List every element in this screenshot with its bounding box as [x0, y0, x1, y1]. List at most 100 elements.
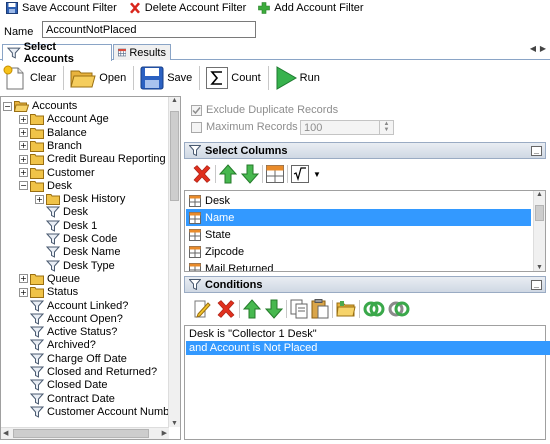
tree-horizontal-scrollbar[interactable]: ◀ ▶: [1, 427, 169, 439]
column-item[interactable]: Zipcode: [186, 243, 531, 260]
tree-vertical-scrollbar[interactable]: ▲ ▼: [168, 97, 180, 427]
tree-field[interactable]: Account Open?: [30, 312, 123, 326]
tree-field[interactable]: Customer Account Number: [30, 405, 179, 419]
delete-filter-button[interactable]: Delete Account Filter: [129, 2, 246, 14]
tree-field[interactable]: Archived?: [30, 338, 96, 352]
formula-icon[interactable]: [291, 165, 309, 183]
tree-folder[interactable]: + Status: [19, 285, 78, 299]
account-field-tree[interactable]: − Accounts + Account Age + Balance + Branch + C…: [0, 96, 181, 440]
tree-field[interactable]: Closed Date: [30, 378, 108, 392]
tab-results[interactable]: Results: [113, 44, 171, 60]
tree-folder[interactable]: + Credit Bureau Reporting: [19, 152, 166, 166]
run-button[interactable]: Run: [275, 66, 324, 90]
floppy-disk-icon: [140, 66, 164, 90]
expand-icon[interactable]: +: [19, 141, 28, 151]
tab-scroll-left-icon[interactable]: ◀: [528, 44, 538, 53]
sigma-icon: [206, 67, 229, 89]
tree-label: Customer: [47, 166, 95, 179]
select-columns-list[interactable]: Desk Name State Zipcode Mail Returned ▲ ▼: [184, 190, 546, 272]
column-item[interactable]: Mail Returned: [186, 260, 531, 271]
tree-vscroll-thumb[interactable]: [170, 111, 179, 201]
count-button[interactable]: Count: [206, 67, 264, 89]
tree-field[interactable]: Desk Code: [46, 232, 117, 246]
expand-icon[interactable]: +: [19, 114, 28, 124]
remove-condition-icon[interactable]: [216, 299, 236, 319]
tree-field[interactable]: Closed and Returned?: [30, 365, 157, 379]
tree-field[interactable]: Desk Name: [46, 245, 120, 259]
minimize-icon[interactable]: _: [531, 280, 542, 290]
expand-icon[interactable]: +: [19, 287, 28, 297]
tree-folder[interactable]: + Balance: [19, 126, 87, 140]
tree-root-accounts[interactable]: − Accounts: [3, 99, 77, 113]
open-button[interactable]: Open: [70, 66, 130, 90]
field-grid-icon: [189, 245, 201, 258]
tree-field[interactable]: Contract Date: [30, 392, 115, 406]
condition-item[interactable]: and Account is Not Placed: [186, 341, 550, 355]
tree-field[interactable]: Active Status?: [30, 325, 117, 339]
columns-vertical-scrollbar[interactable]: ▲ ▼: [533, 191, 545, 271]
and-link-icon[interactable]: [363, 301, 385, 317]
column-layout-icon[interactable]: [266, 165, 284, 183]
tree-folder[interactable]: + Customer: [19, 166, 95, 180]
toolbar-separator: [215, 165, 216, 183]
tree-folder[interactable]: + Branch: [19, 139, 82, 153]
exclude-duplicates-option[interactable]: Exclude Duplicate Records: [191, 104, 338, 116]
column-item[interactable]: Desk: [186, 192, 531, 209]
minimize-icon[interactable]: _: [531, 146, 542, 156]
tab-select-accounts[interactable]: Select Accounts: [2, 41, 112, 65]
tree-folder[interactable]: + Desk History: [35, 192, 125, 206]
max-records-checkbox[interactable]: [191, 121, 202, 133]
scroll-right-icon[interactable]: ▶: [162, 429, 167, 437]
tree-folder[interactable]: + Account Age: [19, 112, 109, 126]
conditions-list[interactable]: Desk is "Collector 1 Desk" and Account is…: [184, 325, 550, 440]
folder-group-icon[interactable]: [336, 300, 356, 318]
tree-hscroll-thumb[interactable]: [13, 429, 149, 438]
tree-field[interactable]: Account Linked?: [30, 299, 128, 313]
edit-condition-icon[interactable]: [192, 299, 212, 319]
or-link-icon[interactable]: [388, 301, 410, 317]
move-up-icon[interactable]: [243, 299, 261, 319]
tree-folder[interactable]: − Desk: [19, 179, 72, 193]
scroll-down-icon[interactable]: ▼: [536, 264, 543, 271]
collapse-icon[interactable]: −: [3, 101, 12, 111]
expand-icon[interactable]: +: [19, 274, 28, 284]
plus-icon: [258, 2, 271, 14]
tree-field[interactable]: Desk: [46, 205, 89, 219]
expand-icon[interactable]: +: [19, 154, 28, 164]
clear-button[interactable]: Clear: [3, 65, 60, 91]
filter-name-input[interactable]: [42, 21, 256, 38]
collapse-icon[interactable]: −: [19, 181, 28, 191]
max-records-option[interactable]: Maximum Records: [191, 121, 298, 133]
stepper-arrows-icon[interactable]: ▲ ▼: [379, 121, 393, 134]
expand-icon[interactable]: +: [19, 168, 28, 177]
column-item[interactable]: Name: [186, 209, 531, 226]
scroll-down-icon[interactable]: ▼: [171, 420, 178, 427]
tab-scroll-right-icon[interactable]: ▶: [538, 44, 548, 53]
columns-vscroll-thumb[interactable]: [535, 205, 544, 221]
tree-label: Status: [47, 286, 79, 299]
scroll-left-icon[interactable]: ◀: [3, 429, 8, 437]
save-button[interactable]: Save: [140, 66, 196, 90]
tree-field[interactable]: Charge Off Date: [30, 352, 127, 366]
scroll-up-icon[interactable]: ▲: [171, 97, 178, 104]
conditions-toolbar: [188, 296, 546, 322]
add-filter-button[interactable]: Add Account Filter: [258, 2, 364, 14]
max-records-stepper[interactable]: 100 ▲ ▼: [300, 120, 394, 135]
scroll-up-icon[interactable]: ▲: [536, 191, 543, 198]
save-filter-button[interactable]: Save Account Filter: [6, 2, 117, 14]
expand-icon[interactable]: +: [35, 194, 44, 204]
move-down-icon[interactable]: [265, 299, 283, 319]
move-down-icon[interactable]: [241, 164, 259, 184]
tree-field[interactable]: Desk 1: [46, 219, 97, 233]
expand-icon[interactable]: +: [19, 128, 28, 138]
tree-field[interactable]: Desk Type: [46, 259, 115, 273]
remove-column-icon[interactable]: [192, 164, 212, 184]
condition-item[interactable]: Desk is "Collector 1 Desk": [186, 327, 550, 341]
column-item[interactable]: State: [186, 226, 531, 243]
move-up-icon[interactable]: [219, 164, 237, 184]
copy-icon[interactable]: [290, 299, 308, 319]
tree-folder[interactable]: + Queue: [19, 272, 80, 286]
exclude-duplicates-checkbox[interactable]: [191, 104, 202, 116]
paste-icon[interactable]: [311, 299, 329, 319]
dropdown-arrow-icon[interactable]: ▼: [313, 170, 321, 179]
